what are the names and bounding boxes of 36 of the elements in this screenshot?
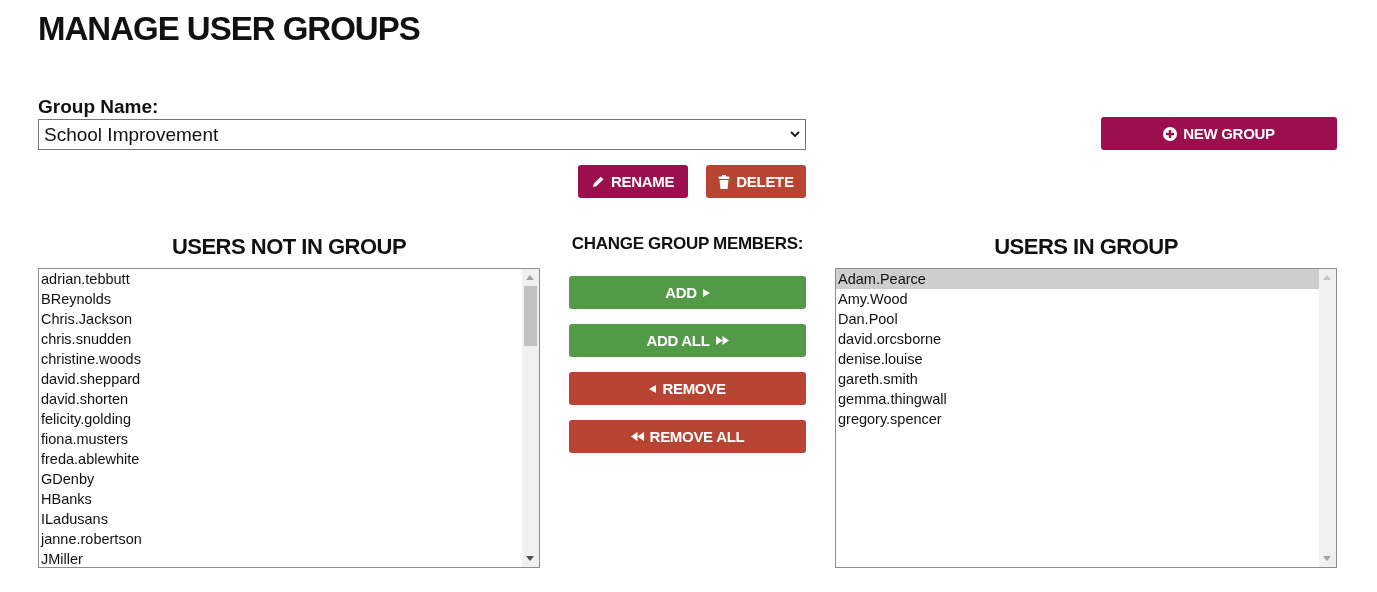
- list-item[interactable]: david.sheppard: [39, 369, 522, 389]
- list-item[interactable]: HBanks: [39, 489, 522, 509]
- list-item[interactable]: david.orcsborne: [836, 329, 1319, 349]
- list-item[interactable]: Adam.Pearce: [836, 269, 1319, 289]
- user-listbox[interactable]: Adam.Pearce Amy.Wood Dan.Pool david.orcsborne denise.louise gareth.smith gemma.thingwall gregory.spencer: [835, 268, 1337, 568]
- list-item[interactable]: freda.ablewhite: [39, 449, 522, 469]
- list-item[interactable]: gregory.spencer: [836, 409, 1319, 429]
- rename-button[interactable]: RENAME: [578, 165, 688, 198]
- remove-all-button[interactable]: REMOVE ALL: [569, 420, 806, 453]
- page-title: MANAGE USER GROUPS: [38, 9, 421, 49]
- remove-button[interactable]: REMOVE: [569, 372, 806, 405]
- delete-button[interactable]: DELETE: [706, 165, 806, 198]
- section-heading: CHANGE GROUP MEMBERS:: [570, 234, 805, 254]
- list-item[interactable]: ILadusans: [39, 509, 522, 529]
- list-item[interactable]: BReynolds: [39, 289, 522, 309]
- list-item[interactable]: Dan.Pool: [836, 309, 1319, 329]
- list-item[interactable]: Amy.Wood: [836, 289, 1319, 309]
- new-group-button[interactable]: NEW GROUP: [1101, 117, 1337, 150]
- list-item[interactable]: david.shorten: [39, 389, 522, 409]
- list-heading: USERS IN GROUP: [993, 234, 1179, 260]
- group-select[interactable]: School Improvement: [38, 119, 806, 150]
- list-heading: USERS NOT IN GROUP: [170, 234, 408, 260]
- list-item[interactable]: GDenby: [39, 469, 522, 489]
- list-item[interactable]: chris.snudden: [39, 329, 522, 349]
- list-item[interactable]: felicity.golding: [39, 409, 522, 429]
- list-item[interactable]: fiona.musters: [39, 429, 522, 449]
- user-listbox[interactable]: adrian.tebbutt BReynolds Chris.Jackson chris.snudden christine.woods david.sheppard david.shorten felicity.golding fiona.musters freda.ablewhite GDenby HBanks ILadusans janne.robertson JMiller: [38, 268, 540, 568]
- field-label: Group Name:: [38, 95, 160, 119]
- list-item[interactable]: christine.woods: [39, 349, 522, 369]
- list-item[interactable]: janne.robertson: [39, 529, 522, 549]
- list-item[interactable]: gemma.thingwall: [836, 389, 1319, 409]
- list-item[interactable]: gareth.smith: [836, 369, 1319, 389]
- list-item[interactable]: adrian.tebbutt: [39, 269, 522, 289]
- list-item[interactable]: denise.louise: [836, 349, 1319, 369]
- list-item[interactable]: JMiller: [39, 549, 522, 567]
- list-item[interactable]: Chris.Jackson: [39, 309, 522, 329]
